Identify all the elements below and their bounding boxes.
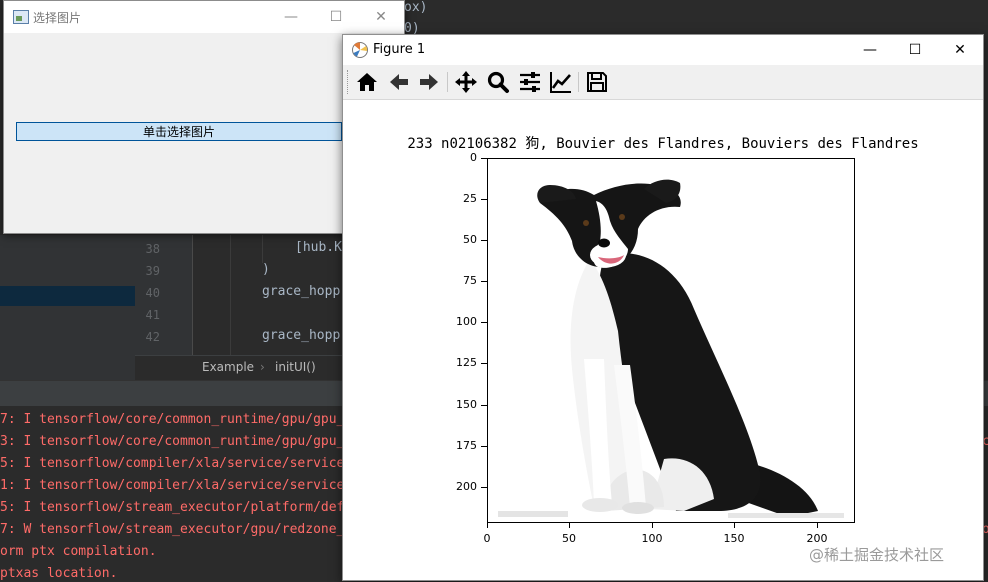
- x-tick-label: 150: [723, 532, 745, 545]
- configure-subplots-icon[interactable]: [516, 69, 544, 95]
- x-tick: [817, 523, 818, 528]
- maximize-icon[interactable]: ☐: [313, 1, 359, 33]
- y-tick-label: 0: [470, 151, 477, 164]
- x-tick: [734, 523, 735, 528]
- y-tick-label: 75: [463, 274, 477, 287]
- minimize-icon[interactable]: —: [847, 35, 893, 65]
- y-tick-label: 150: [456, 398, 477, 411]
- navigation-toolbar: [343, 65, 983, 100]
- x-tick: [569, 523, 570, 528]
- figure-titlebar[interactable]: Figure 1 — ☐ ✕: [343, 35, 983, 65]
- breadcrumb-item-class[interactable]: Example: [202, 360, 254, 374]
- console-line: orm ptx compilation.: [0, 544, 157, 559]
- watermark: @稀土掘金技术社区: [809, 546, 945, 564]
- toolbar-separator: [578, 72, 579, 92]
- y-tick-label: 125: [456, 356, 477, 369]
- line-number: 40: [145, 286, 160, 300]
- y-tick-label: 200: [456, 480, 477, 493]
- breadcrumb-separator-icon: ›: [260, 360, 265, 374]
- console-line: 1: I tensorflow/compiler/xla/service/ser…: [0, 478, 345, 493]
- select-image-button[interactable]: 单击选择图片: [16, 122, 342, 141]
- zoom-icon[interactable]: [484, 69, 512, 95]
- maximize-icon[interactable]: ☐: [892, 35, 938, 65]
- console-line: 5: I tensorflow/compiler/xla/service/ser…: [0, 456, 345, 471]
- y-tick-label: 25: [463, 192, 477, 205]
- console-line: ptxas location.: [0, 566, 118, 581]
- y-tick-label: 100: [456, 315, 477, 328]
- matplotlib-logo-icon: [352, 42, 368, 58]
- toolbar-grip[interactable]: [347, 70, 350, 94]
- save-icon[interactable]: [583, 69, 611, 95]
- code-line: grace_hopp: [262, 328, 341, 343]
- close-icon[interactable]: ✕: [937, 35, 983, 65]
- x-tick: [487, 523, 488, 528]
- line-number: 41: [145, 308, 160, 322]
- line-number: 42: [145, 330, 160, 344]
- figure-window: Figure 1 — ☐ ✕ 233 n02106382 狗, Bouvier …: [342, 34, 984, 581]
- dialog-title: 选择图片: [33, 11, 82, 25]
- back-icon[interactable]: [385, 69, 413, 95]
- home-icon[interactable]: [353, 69, 381, 95]
- dog-image: [488, 159, 854, 522]
- x-tick: [652, 523, 653, 528]
- forward-icon[interactable]: [415, 69, 443, 95]
- breadcrumb-item-method[interactable]: initUI(): [275, 360, 316, 374]
- x-tick-label: 50: [562, 532, 576, 545]
- code-line: [hub.K: [295, 240, 342, 255]
- y-tick-label: 50: [463, 233, 477, 246]
- y-tick-label: 175: [456, 439, 477, 452]
- code-fragment: ox): [404, 0, 428, 15]
- console-line: 7: W tensorflow/stream_executor/gpu/redz…: [0, 522, 345, 537]
- dialog-titlebar[interactable]: 选择图片 — ☐ ✕: [4, 1, 404, 33]
- toolbar-separator: [447, 72, 448, 92]
- pan-icon[interactable]: [452, 69, 480, 95]
- code-line: ): [262, 262, 270, 277]
- close-icon[interactable]: ✕: [358, 1, 404, 33]
- console-line: 7: I tensorflow/core/common_runtime/gpu/…: [0, 412, 345, 427]
- line-number: 39: [145, 264, 160, 278]
- edit-axes-icon[interactable]: [547, 69, 575, 95]
- indent-guide: [230, 235, 231, 355]
- code-line: grace_hopp: [262, 284, 341, 299]
- console-line: 3: I tensorflow/core/common_runtime/gpu/…: [0, 434, 345, 449]
- indent-guide: [262, 235, 263, 263]
- x-tick-label: 0: [483, 532, 491, 545]
- line-number: 38: [145, 242, 160, 256]
- console-line: 5: I tensorflow/stream_executor/platform…: [0, 500, 345, 515]
- project-panel-selected-row[interactable]: [0, 286, 135, 306]
- dialog-app-icon: [13, 10, 29, 24]
- fold-guide: [192, 235, 193, 355]
- minimize-icon[interactable]: —: [268, 1, 314, 33]
- figure-title: Figure 1: [373, 42, 426, 57]
- project-panel: [0, 235, 135, 380]
- plot-title: 233 n02106382 狗, Bouvier des Flandres, B…: [407, 136, 919, 152]
- image-axes[interactable]: [487, 158, 855, 523]
- x-tick-label: 100: [641, 532, 663, 545]
